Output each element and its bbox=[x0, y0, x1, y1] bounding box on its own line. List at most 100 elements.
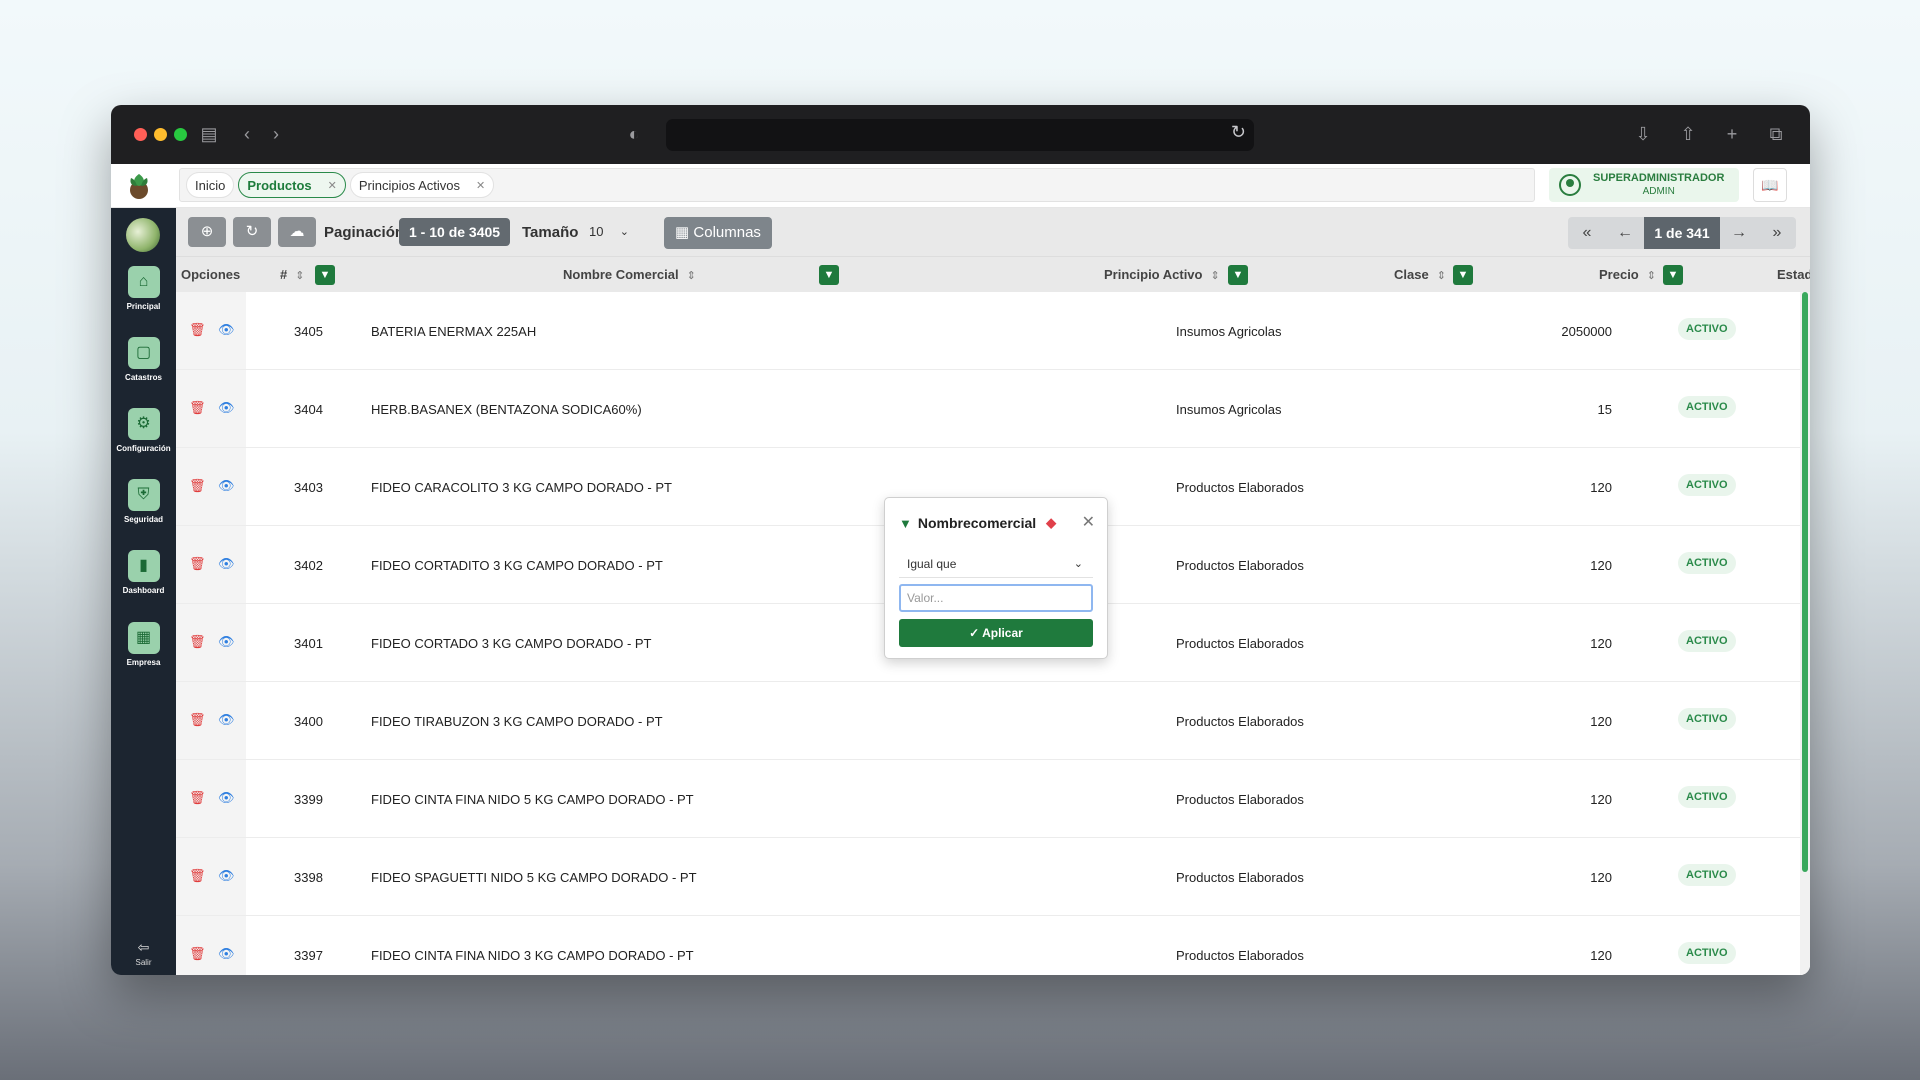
table-row[interactable]: 🗑 👁 3400 FIDEO TIRABUZON 3 KG CAMPO DORADO … bbox=[176, 682, 1800, 760]
last-page-icon[interactable]: » bbox=[1758, 217, 1796, 249]
cell-clase: Productos Elaborados bbox=[1176, 714, 1304, 729]
scrollbar-thumb[interactable] bbox=[1802, 292, 1808, 872]
sidebar-item-configuracion[interactable]: ⚙ Configuración bbox=[111, 408, 176, 453]
cell-clase: Productos Elaborados bbox=[1176, 948, 1304, 963]
close-icon[interactable]: ✕ bbox=[1082, 512, 1095, 532]
new-tab-icon[interactable]: + bbox=[1718, 121, 1746, 147]
forward-icon[interactable]: › bbox=[262, 121, 290, 147]
close-tab-icon[interactable]: ✕ bbox=[476, 179, 485, 192]
sort-icon[interactable]: ⇕ bbox=[1647, 270, 1656, 282]
page-indicator: 1 de 341 bbox=[1644, 217, 1720, 249]
maximize-window-button[interactable] bbox=[174, 128, 187, 141]
filter-icon[interactable]: ▼ bbox=[1663, 265, 1683, 285]
back-icon[interactable]: ‹ bbox=[233, 121, 261, 147]
table-row[interactable]: 🗑 👁 3405 BATERIA ENERMAX 225AH Insumos Agric… bbox=[176, 292, 1800, 370]
sidebar: ⌂ Principal ▢ Catastros ⚙ Configuración … bbox=[111, 208, 176, 975]
trash-icon[interactable]: 🗑 bbox=[189, 712, 206, 728]
trash-icon[interactable]: 🗑 bbox=[189, 478, 206, 494]
columns-button[interactable]: ▦ Columnas bbox=[664, 217, 772, 249]
eye-icon[interactable]: 👁 bbox=[218, 556, 235, 572]
filter-operator-select[interactable]: Igual que ⌄ bbox=[899, 550, 1093, 578]
options-cell: 🗑 👁 bbox=[176, 760, 246, 837]
filter-icon[interactable]: ▼ bbox=[315, 265, 335, 285]
eye-icon[interactable]: 👁 bbox=[218, 790, 235, 806]
add-icon[interactable]: ⊕ bbox=[188, 217, 226, 247]
user-menu[interactable]: SUPERADMINISTRADOR ADMIN bbox=[1549, 168, 1739, 202]
download-icon[interactable]: ⇩ bbox=[1629, 121, 1657, 147]
refresh-icon[interactable]: ↻ bbox=[233, 217, 271, 247]
filter-icon[interactable]: ▼ bbox=[1228, 265, 1248, 285]
scrollbar[interactable] bbox=[1800, 292, 1810, 975]
header-label: Principio Activo bbox=[1104, 267, 1203, 282]
cloud-icon[interactable]: ☁ bbox=[278, 217, 316, 247]
header-estado[interactable]: Estado⇕ bbox=[1777, 267, 1810, 282]
eye-icon[interactable]: 👁 bbox=[218, 322, 235, 338]
sidebar-item-seguridad[interactable]: ⛨ Seguridad bbox=[111, 479, 176, 524]
sidebar-item-label: Catastros bbox=[125, 373, 162, 382]
header-precio[interactable]: Precio ⇕ bbox=[1599, 267, 1656, 282]
cell-id: 3398 bbox=[294, 870, 323, 885]
sort-icon[interactable]: ⇕ bbox=[687, 270, 696, 282]
sidebar-item-label: Principal bbox=[126, 302, 161, 311]
sidebar-item-principal[interactable]: ⌂ Principal bbox=[111, 266, 176, 311]
tab-principios-activos[interactable]: Principios Activos ✕ bbox=[349, 172, 495, 198]
trash-icon[interactable]: 🗑 bbox=[189, 634, 206, 650]
cell-precio: 2050000 bbox=[1561, 324, 1612, 339]
reload-icon[interactable]: ↻ bbox=[1231, 122, 1246, 143]
eye-icon[interactable]: 👁 bbox=[218, 712, 235, 728]
apply-filter-button[interactable]: ✓ Aplicar bbox=[899, 619, 1093, 647]
filter-value-input[interactable] bbox=[899, 584, 1093, 612]
trash-icon[interactable]: 🗑 bbox=[189, 946, 206, 962]
eye-icon[interactable]: 👁 bbox=[218, 400, 235, 416]
first-page-icon[interactable]: « bbox=[1568, 217, 1606, 249]
header-id[interactable]: # ⇕ bbox=[280, 267, 304, 282]
next-page-icon[interactable]: → bbox=[1720, 217, 1758, 249]
trash-icon[interactable]: 🗑 bbox=[189, 400, 206, 416]
header-label: Estado bbox=[1777, 267, 1810, 282]
filter-icon[interactable]: ▼ bbox=[819, 265, 839, 285]
filter-icon[interactable]: ▼ bbox=[1453, 265, 1473, 285]
tab-inicio[interactable]: Inicio bbox=[186, 172, 235, 198]
sidebar-item-empresa[interactable]: ▦ Empresa bbox=[111, 622, 176, 667]
cell-nombre-comercial: FIDEO CARACOLITO 3 KG CAMPO DORADO - PT bbox=[371, 480, 672, 495]
table-row[interactable]: 🗑 👁 3399 FIDEO CINTA FINA NIDO 5 KG CAMPO D… bbox=[176, 760, 1800, 838]
header-principio-activo[interactable]: Principio Activo ⇕ bbox=[1104, 267, 1220, 282]
trash-icon[interactable]: 🗑 bbox=[189, 790, 206, 806]
tab-overview-icon[interactable]: ⧉ bbox=[1762, 121, 1790, 147]
close-tab-icon[interactable]: ✕ bbox=[328, 179, 337, 192]
pagination-range: 1 - 10 de 3405 bbox=[399, 218, 511, 246]
share-icon[interactable]: ⇧ bbox=[1674, 121, 1702, 147]
trash-icon[interactable]: 🗑 bbox=[189, 322, 206, 338]
close-window-button[interactable] bbox=[134, 128, 147, 141]
sidebar-item-dashboard[interactable]: ▮ Dashboard bbox=[111, 550, 176, 595]
privacy-shield-icon[interactable]: ◐ bbox=[620, 121, 648, 147]
logout-button[interactable]: ⇦ Salir bbox=[111, 939, 176, 967]
sidebar-toggle-icon[interactable]: ▤ bbox=[195, 121, 223, 147]
status-badge: ACTIVO bbox=[1678, 864, 1736, 886]
table-row[interactable]: 🗑 👁 3398 FIDEO SPAGUETTI NIDO 5 KG CAMPO DO… bbox=[176, 838, 1800, 916]
sort-icon[interactable]: ⇕ bbox=[1210, 270, 1219, 282]
sort-icon[interactable]: ⇕ bbox=[295, 270, 304, 282]
trash-icon[interactable]: 🗑 bbox=[189, 556, 206, 572]
sort-icon[interactable]: ⇕ bbox=[1437, 270, 1446, 282]
minimize-window-button[interactable] bbox=[154, 128, 167, 141]
eye-icon[interactable]: 👁 bbox=[218, 868, 235, 884]
header-label: Opciones bbox=[181, 267, 241, 282]
trash-icon[interactable]: 🗑 bbox=[189, 868, 206, 884]
table-row[interactable]: 🗑 👁 3404 HERB.BASANEX (BENTAZONA SODICA60%)… bbox=[176, 370, 1800, 448]
page-size-select[interactable]: 10 ⌄ bbox=[579, 218, 637, 246]
header-nombre-comercial[interactable]: Nombre Comercial ⇕ bbox=[563, 267, 696, 282]
table-row[interactable]: 🗑 👁 3397 FIDEO CINTA FINA NIDO 3 KG CAMPO D… bbox=[176, 916, 1800, 975]
cell-clase: Productos Elaborados bbox=[1176, 870, 1304, 885]
prev-page-icon[interactable]: ← bbox=[1606, 217, 1644, 249]
header-clase[interactable]: Clase ⇕ bbox=[1394, 267, 1446, 282]
eye-icon[interactable]: 👁 bbox=[218, 946, 235, 962]
sidebar-item-catastros[interactable]: ▢ Catastros bbox=[111, 337, 176, 382]
cell-id: 3404 bbox=[294, 402, 323, 417]
tab-productos[interactable]: Productos ✕ bbox=[238, 172, 346, 198]
eye-icon[interactable]: 👁 bbox=[218, 634, 235, 650]
eye-icon[interactable]: 👁 bbox=[218, 478, 235, 494]
eraser-icon[interactable]: ◆ bbox=[1046, 515, 1056, 531]
address-bar[interactable]: ↻ bbox=[666, 119, 1254, 151]
book-icon[interactable]: 📖 bbox=[1753, 168, 1787, 202]
